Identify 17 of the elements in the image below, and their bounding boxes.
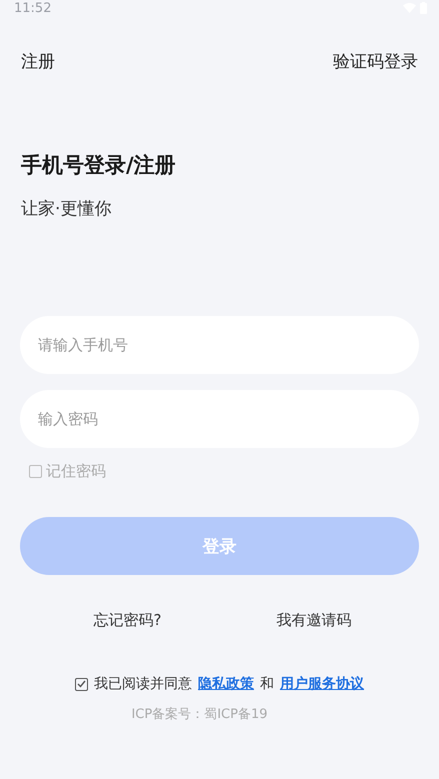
page-title: 手机号登录/注册: [21, 152, 177, 179]
user-agreement-link[interactable]: 用户服务协议: [280, 675, 364, 693]
register-link[interactable]: 注册: [21, 50, 55, 73]
status-time: 11:52: [14, 0, 52, 16]
remember-checkbox[interactable]: [29, 465, 42, 478]
agreement-checkbox[interactable]: [75, 678, 88, 690]
privacy-policy-link[interactable]: 隐私政策: [198, 675, 254, 693]
sms-login-link[interactable]: 验证码登录: [333, 50, 418, 73]
agreement-text: 我已阅读并同意: [94, 675, 192, 693]
page-subtitle: 让家·更懂你: [21, 198, 112, 220]
text-link[interactable]: 忘记密码?: [94, 611, 162, 630]
and-text: 和: [260, 675, 274, 693]
icp-number: ICP备案号：蜀ICP备19: [131, 707, 268, 722]
phone-field[interactable]: 请输入手机号: [20, 316, 419, 374]
password-field[interactable]: 输入密码: [20, 390, 419, 448]
text-link[interactable]: 我有邀请码: [276, 611, 352, 630]
remember-label: 记住密码: [46, 462, 106, 481]
